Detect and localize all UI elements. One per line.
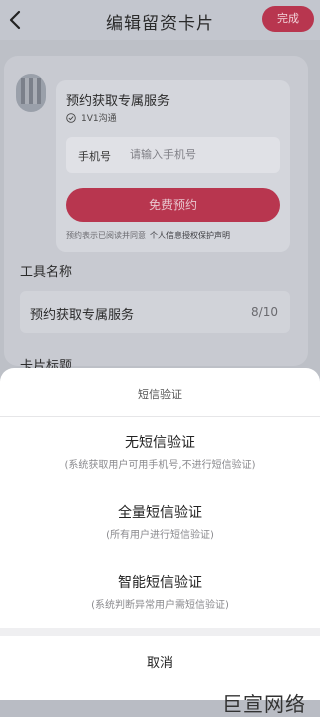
option-full-sms-title[interactable]: 全量短信验证 [0,502,320,522]
option-full-sms-subtitle: (所有用户进行短信验证) [106,530,214,541]
agreement-text: 预约表示已阅读并同意 [66,231,146,240]
phone-label: 手机号 [78,150,111,163]
cancel-button[interactable]: 取消 [0,652,320,671]
sheet-gap [0,628,320,636]
tool-name-label: 工具名称 [20,265,73,280]
privacy-statement-link[interactable]: 个人信息授权保护声明 [150,231,230,240]
avatar [16,74,46,112]
sheet-title: 短信验证 [138,388,182,401]
done-button[interactable]: 完成 [262,6,314,32]
free-booking-button[interactable]: 免费预约 [66,188,280,222]
tool-name-char-count: 8/10 [251,305,278,319]
option-no-sms-subtitle: (系统获取用户可用手机号,不进行短信验证) [64,460,256,471]
option-smart-sms-title[interactable]: 智能短信验证 [0,572,320,592]
watermark: 巨宣网络 [222,692,306,716]
check-circle-icon [66,113,76,123]
option-smart-sms-subtitle: (系统判断异常用户需短信验证) [91,600,229,611]
service-title: 预约获取专属服务 [66,94,171,109]
option-no-sms-title[interactable]: 无短信验证 [0,432,320,452]
tool-name-value: 预约获取专属服务 [30,308,135,323]
consult-badge: 1V1沟通 [81,114,117,124]
phone-input[interactable] [130,144,270,164]
agreement-notice: 预约表示已阅读并同意 个人信息授权保护声明 [66,230,230,241]
sheet-divider [0,416,320,417]
